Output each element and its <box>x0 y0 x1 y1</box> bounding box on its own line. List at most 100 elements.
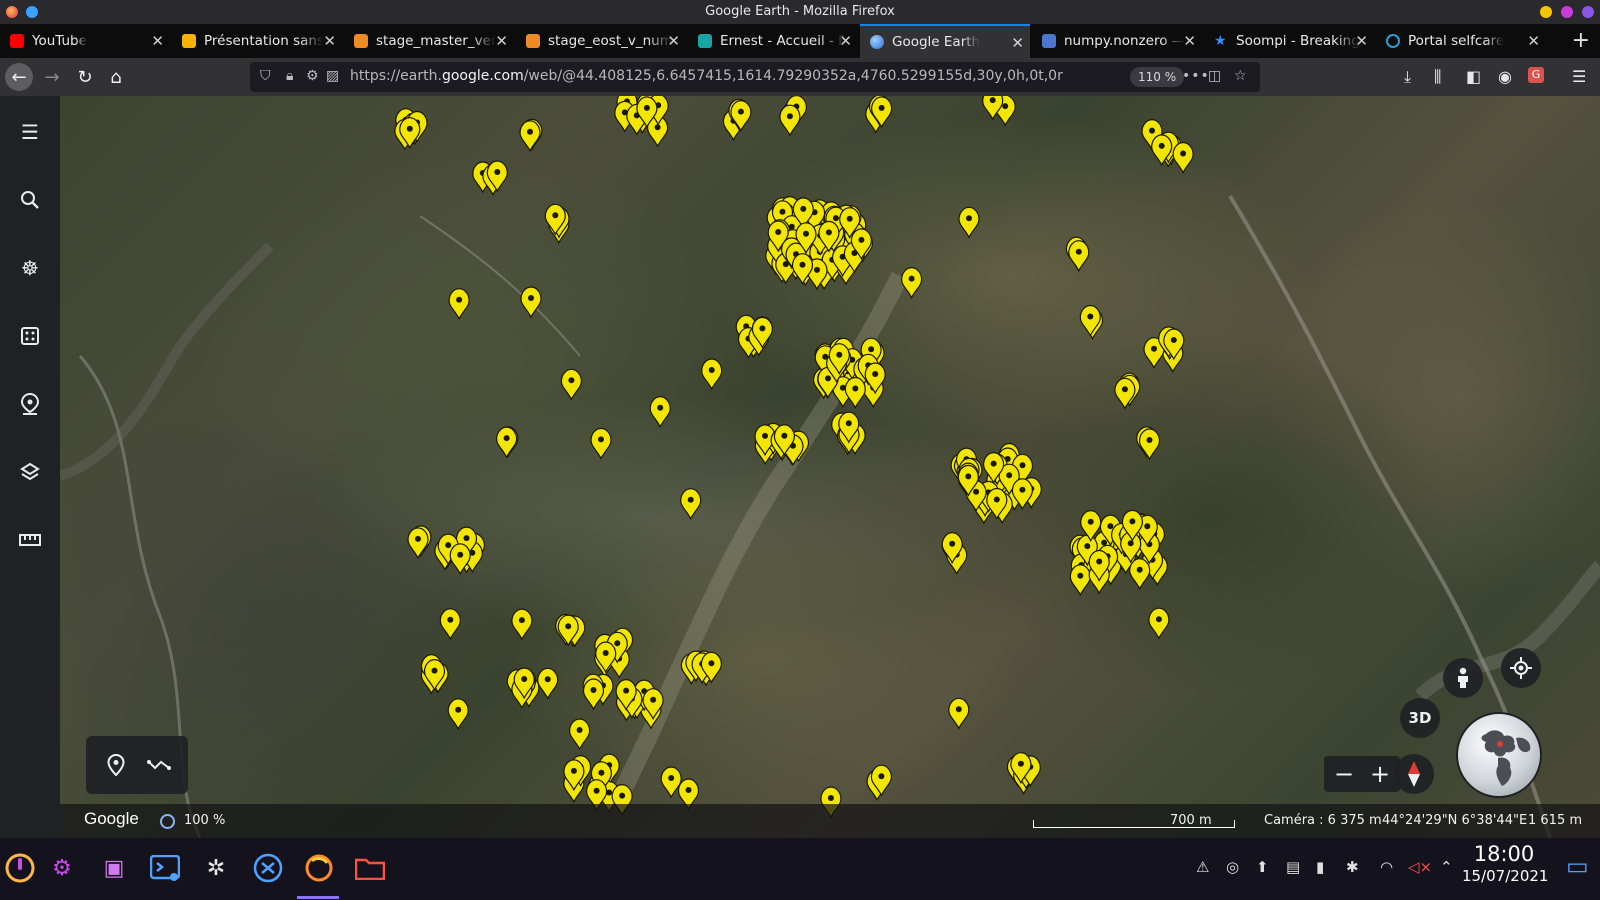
forward-button[interactable]: → <box>38 63 66 91</box>
battery-icon[interactable]: ▮ <box>1316 858 1324 876</box>
close-icon[interactable]: ✕ <box>151 32 164 50</box>
media-icon[interactable]: ◎ <box>1226 858 1239 876</box>
tab-portal[interactable]: Portal selfcare ✕ <box>1376 24 1546 58</box>
extension-icon[interactable]: G <box>1528 67 1544 83</box>
compass-icon[interactable] <box>1394 754 1434 794</box>
map-placemark-icon[interactable] <box>1068 240 1090 273</box>
lock-icon[interactable]: 🔒︎ <box>286 68 293 84</box>
system-clock[interactable]: 18:00 15/07/2021 <box>1462 842 1548 886</box>
draw-path-icon[interactable] <box>146 751 172 779</box>
reload-button[interactable]: ↻ <box>71 63 99 91</box>
url-text[interactable]: https://earth.google.com/web/@44.408125,… <box>350 68 1063 84</box>
tab-ernest[interactable]: Ernest - Accueil - E ✕ <box>688 24 858 58</box>
close-icon[interactable]: ✕ <box>1527 32 1540 50</box>
network-icon[interactable]: ✲ <box>198 850 234 886</box>
map-placemark-icon[interactable] <box>568 718 591 751</box>
launcher-icon[interactable] <box>2 850 38 886</box>
shield-icon[interactable]: ⛉ <box>260 68 271 84</box>
add-placemark-icon[interactable] <box>103 751 129 779</box>
pegman-icon[interactable] <box>1443 658 1483 698</box>
search-icon[interactable] <box>16 186 44 214</box>
close-window-button[interactable] <box>1582 6 1594 18</box>
map-placemark-icon[interactable] <box>1148 607 1170 640</box>
close-icon[interactable]: ✕ <box>667 32 680 50</box>
tray-expand-icon[interactable]: ⌃ <box>1440 858 1453 876</box>
url-bar[interactable]: ⛉ 🔒︎ ⚙ ▨ https://earth.google.com/web/@4… <box>250 62 1260 92</box>
store-icon[interactable]: ▣ <box>96 850 132 886</box>
map-placemark-icon[interactable] <box>1114 377 1136 410</box>
map-placemark-icon[interactable] <box>519 120 541 153</box>
notification-icon[interactable]: ⚠ <box>1196 858 1209 876</box>
tab-presentation[interactable]: Présentation sans ✕ <box>172 24 342 58</box>
map-placemark-icon[interactable] <box>958 206 980 239</box>
page-actions-icon[interactable]: ••• <box>1182 68 1210 84</box>
map-placemark-icon[interactable] <box>447 698 469 731</box>
map-placemark-icon[interactable] <box>448 288 470 321</box>
zoom-in-button[interactable]: + <box>1362 758 1398 790</box>
zoom-out-button[interactable]: − <box>1326 758 1362 790</box>
bluetooth-icon[interactable]: ✱ <box>1346 858 1359 876</box>
satellite-map-view[interactable]: 3D − + <box>60 96 1600 838</box>
map-placemark-icon[interactable] <box>900 267 923 299</box>
toggle-3d-button[interactable]: 3D <box>1400 698 1440 738</box>
home-button[interactable]: ⌂ <box>102 63 130 91</box>
close-icon[interactable]: ✕ <box>495 32 508 50</box>
maximize-button[interactable] <box>1561 6 1573 18</box>
map-placemark-icon[interactable] <box>520 286 542 319</box>
map-placemark-icon[interactable] <box>1069 564 1091 597</box>
account-icon[interactable]: ◉ <box>1498 67 1512 86</box>
dice-icon[interactable] <box>16 322 44 350</box>
volume-muted-icon[interactable]: ◁× <box>1408 858 1432 876</box>
map-placemark-icon[interactable] <box>590 427 612 460</box>
pocket-icon[interactable]: ◫ <box>1208 68 1221 84</box>
bookmark-star-icon[interactable]: ☆ <box>1234 68 1247 84</box>
overview-globe-icon[interactable] <box>1456 712 1542 798</box>
tracking-icon[interactable]: ▨ <box>326 68 339 84</box>
ruler-icon[interactable] <box>16 526 44 554</box>
voyager-wheel-icon[interactable]: ☸ <box>16 254 44 282</box>
zoom-level-badge[interactable]: 110 % <box>1130 67 1185 87</box>
close-icon[interactable]: ✕ <box>323 32 336 50</box>
settings-icon[interactable]: ⚙ <box>44 850 80 886</box>
tab-stage-eost[interactable]: stage_eost_v_num ✕ <box>516 24 686 58</box>
map-placemark-icon[interactable] <box>560 368 582 401</box>
tab-youtube[interactable]: YouTube ✕ <box>0 24 170 58</box>
hamburger-icon[interactable]: ☰ <box>16 118 44 146</box>
map-placemark-icon[interactable] <box>948 697 970 730</box>
updates-icon[interactable]: ⬆ <box>1256 858 1269 876</box>
layers-icon[interactable] <box>16 458 44 486</box>
map-placemark-icon[interactable] <box>779 104 801 137</box>
tab-soompi[interactable]: ★ Soompi - Breaking ✕ <box>1204 24 1374 58</box>
map-placemark-icon[interactable] <box>649 396 671 429</box>
sidebar-toggle-icon[interactable]: ◧ <box>1466 67 1481 86</box>
wifi-icon[interactable]: ◠ <box>1380 858 1393 876</box>
downloads-icon[interactable]: ⤓ <box>1404 67 1411 87</box>
permissions-icon[interactable]: ⚙ <box>306 68 319 84</box>
map-placemark-icon[interactable] <box>701 358 723 391</box>
library-icon[interactable]: ⫼ <box>1434 67 1441 87</box>
vscodium-icon[interactable] <box>250 850 286 886</box>
map-placemark-icon[interactable] <box>844 376 866 409</box>
map-placemark-icon[interactable] <box>511 608 533 641</box>
close-icon[interactable]: ✕ <box>839 32 852 50</box>
map-placemark-icon[interactable] <box>439 608 461 641</box>
tab-stage-master[interactable]: stage_master_ver ✕ <box>344 24 514 58</box>
map-placemark-icon[interactable] <box>407 527 429 560</box>
tab-numpy[interactable]: numpy.nonzero — ✕ <box>1032 24 1202 58</box>
map-placemark-icon[interactable] <box>680 488 702 521</box>
projects-pin-icon[interactable] <box>16 390 44 418</box>
map-placemark-icon[interactable] <box>537 667 559 700</box>
back-button[interactable]: ← <box>5 63 33 91</box>
show-desktop-icon[interactable]: ▭ <box>1566 852 1589 880</box>
close-icon[interactable]: ✕ <box>1183 32 1196 50</box>
map-placemark-icon[interactable] <box>496 426 518 459</box>
minimize-button[interactable] <box>1540 6 1552 18</box>
map-placemark-icon[interactable] <box>1138 428 1161 461</box>
map-placemark-icon[interactable] <box>1172 141 1194 174</box>
firefox-icon[interactable] <box>301 850 337 886</box>
new-tab-button[interactable]: + <box>1572 28 1590 53</box>
tab-google-earth[interactable]: Google Earth ✕ <box>860 24 1030 58</box>
my-location-icon[interactable] <box>1501 648 1541 688</box>
terminal-icon[interactable] <box>147 850 183 886</box>
close-icon[interactable]: ✕ <box>1355 32 1368 50</box>
